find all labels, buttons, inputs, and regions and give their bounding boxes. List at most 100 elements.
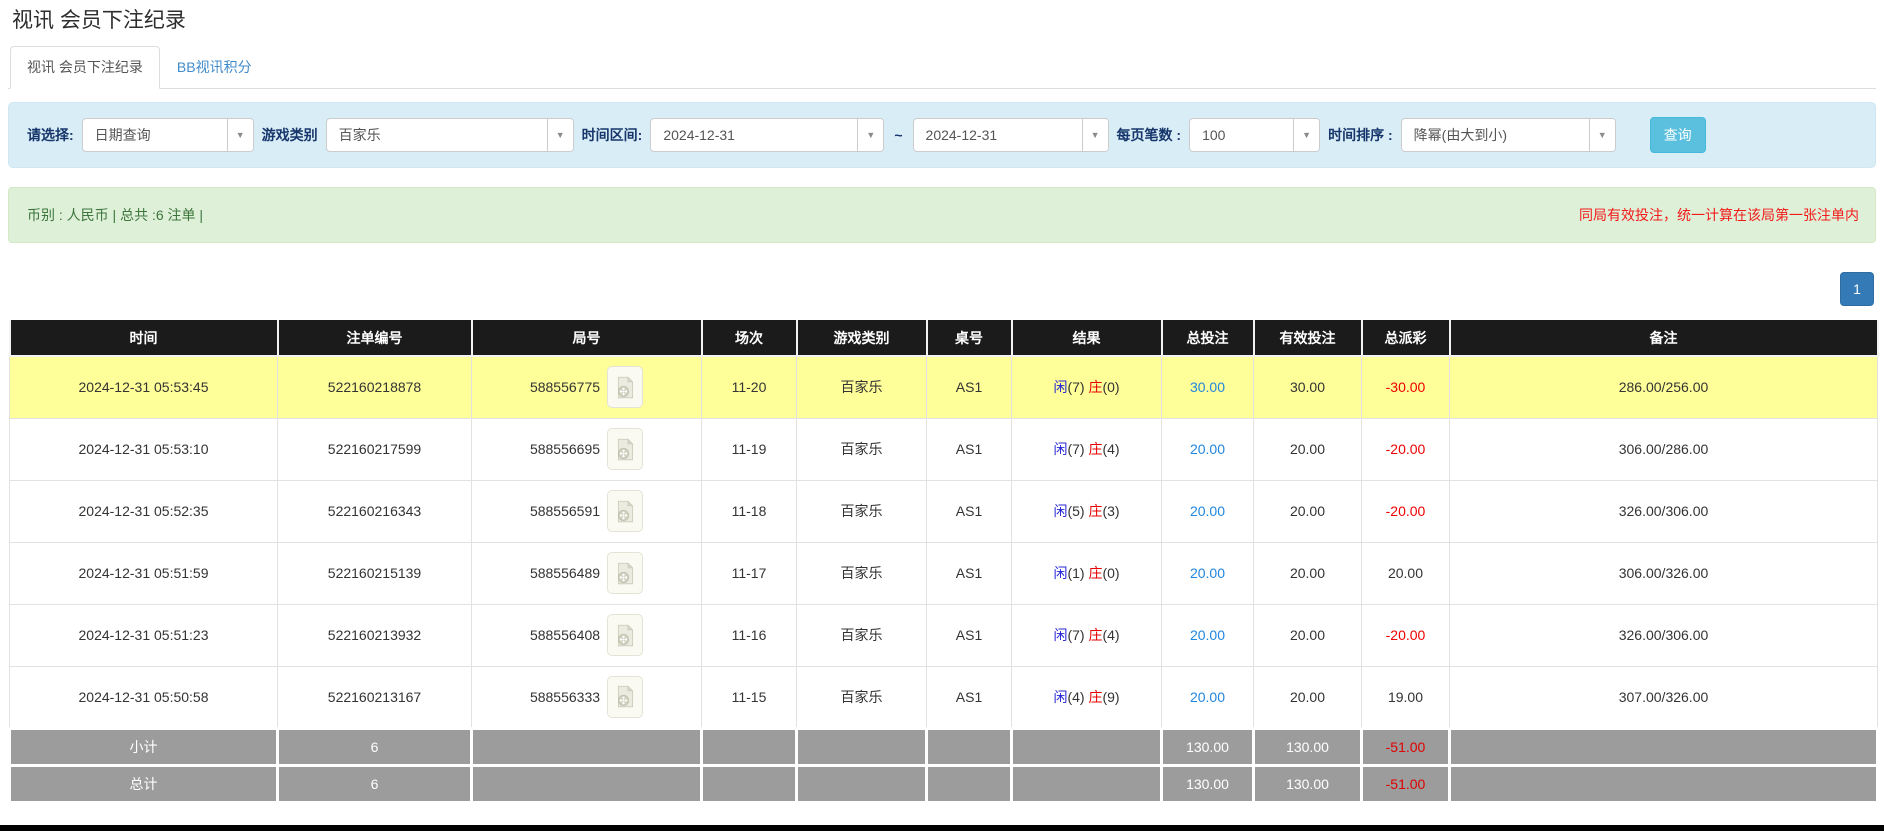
- cell-payout: -20.00: [1362, 480, 1450, 542]
- cell-round-id: 588556775: [472, 356, 702, 418]
- result-player-value: (1): [1067, 565, 1088, 581]
- pagination-page-1-button[interactable]: 1: [1840, 272, 1874, 306]
- result-banker-value: (4): [1102, 627, 1119, 643]
- select-type-label: 请选择:: [27, 125, 74, 145]
- footer-empty-round: [472, 728, 702, 765]
- page-title: 视讯 会员下注纪录: [12, 8, 1884, 34]
- chevron-down-icon: ▼: [227, 119, 253, 151]
- date-to-value: 2024-12-31: [914, 119, 1082, 151]
- cell-total-bet: 20.00: [1162, 666, 1254, 728]
- tab-bar: 视讯 会员下注纪录 BB视讯积分: [8, 46, 1876, 89]
- cell-bet-id: 522160213932: [278, 604, 472, 666]
- total-bet-link[interactable]: 20.00: [1190, 627, 1225, 643]
- table-row: 2024-12-31 05:51:23522160213932588556408…: [10, 604, 1878, 666]
- cell-payout: -20.00: [1362, 604, 1450, 666]
- video-replay-button[interactable]: [607, 366, 643, 408]
- date-from-picker[interactable]: 2024-12-31 ▼: [650, 118, 884, 152]
- result-banker-value: (3): [1102, 503, 1119, 519]
- cell-remark: 326.00/306.00: [1450, 480, 1878, 542]
- cell-remark: 307.00/326.00: [1450, 666, 1878, 728]
- header-bet-id: 注单编号: [278, 320, 472, 356]
- video-replay-button[interactable]: [607, 614, 643, 656]
- footer-count: 6: [278, 765, 472, 802]
- table-row: 2024-12-31 05:50:58522160213167588556333…: [10, 666, 1878, 728]
- cell-round-id: 588556591: [472, 480, 702, 542]
- result-player-label: 闲: [1053, 379, 1067, 395]
- cell-round-id: 588556695: [472, 418, 702, 480]
- film-document-icon: [616, 376, 635, 399]
- header-session: 场次: [702, 320, 797, 356]
- round-id-value: 588556591: [530, 503, 600, 519]
- header-payout: 总派彩: [1362, 320, 1450, 356]
- cell-result: 闲(7) 庄(4): [1012, 604, 1162, 666]
- header-total-bet: 总投注: [1162, 320, 1254, 356]
- total-bet-link[interactable]: 30.00: [1190, 379, 1225, 395]
- page-size-value: 100: [1190, 119, 1293, 151]
- time-range-label: 时间区间:: [582, 125, 643, 145]
- date-to-picker[interactable]: 2024-12-31 ▼: [913, 118, 1109, 152]
- sort-order-select[interactable]: 降幂(由大到小) ▼: [1401, 118, 1616, 152]
- tab-betting-records[interactable]: 视讯 会员下注纪录: [10, 46, 160, 89]
- cell-game-type: 百家乐: [797, 604, 927, 666]
- date-from-value: 2024-12-31: [651, 119, 857, 151]
- query-type-select[interactable]: 日期查询 ▼: [82, 118, 254, 152]
- footer-empty-result: [1012, 765, 1162, 802]
- result-player-value: (7): [1067, 627, 1088, 643]
- cell-session: 11-16: [702, 604, 797, 666]
- cell-payout: 19.00: [1362, 666, 1450, 728]
- cell-bet-id: 522160216343: [278, 480, 472, 542]
- round-id-value: 588556333: [530, 689, 600, 705]
- film-document-icon: [616, 500, 635, 523]
- chevron-down-icon: ▼: [857, 119, 883, 151]
- currency-total-text: 币别 : 人民币 | 总共 :6 注单 |: [27, 205, 203, 225]
- footer-valid-bet: 130.00: [1254, 728, 1362, 765]
- cell-bet-id: 522160217599: [278, 418, 472, 480]
- tab-bb-video-points[interactable]: BB视讯积分: [160, 46, 269, 89]
- round-id-group: 588556591: [473, 490, 700, 532]
- video-replay-button[interactable]: [607, 552, 643, 594]
- round-id-value: 588556775: [530, 379, 600, 395]
- cell-time: 2024-12-31 05:51:59: [10, 542, 278, 604]
- total-bet-link[interactable]: 20.00: [1190, 503, 1225, 519]
- film-document-icon: [616, 624, 635, 647]
- video-replay-button[interactable]: [607, 428, 643, 470]
- filter-bar: 请选择: 日期查询 ▼ 游戏类别 百家乐 ▼ 时间区间: 2024-12-31 …: [8, 102, 1876, 168]
- cell-remark: 326.00/306.00: [1450, 604, 1878, 666]
- result-player-label: 闲: [1053, 627, 1067, 643]
- footer-total-bet: 130.00: [1162, 765, 1254, 802]
- total-bet-link[interactable]: 20.00: [1190, 441, 1225, 457]
- pagination: 1: [0, 272, 1874, 306]
- total-bet-link[interactable]: 20.00: [1190, 689, 1225, 705]
- page-size-select[interactable]: 100 ▼: [1189, 118, 1320, 152]
- cell-remark: 306.00/326.00: [1450, 542, 1878, 604]
- result-banker-label: 庄: [1088, 503, 1102, 519]
- result-player-value: (7): [1067, 379, 1088, 395]
- cell-result: 闲(7) 庄(0): [1012, 356, 1162, 418]
- game-type-select[interactable]: 百家乐 ▼: [326, 118, 574, 152]
- game-type-value: 百家乐: [327, 119, 547, 151]
- total-bet-link[interactable]: 20.00: [1190, 565, 1225, 581]
- result-banker-label: 庄: [1088, 379, 1102, 395]
- footer-empty-result: [1012, 728, 1162, 765]
- footer-total-bet: 130.00: [1162, 728, 1254, 765]
- table-row: 2024-12-31 05:53:45522160218878588556775…: [10, 356, 1878, 418]
- subtotal-row: 小计6130.00130.00-51.00: [10, 728, 1878, 765]
- result-player-label: 闲: [1053, 565, 1067, 581]
- header-table-no: 桌号: [927, 320, 1012, 356]
- cell-total-bet: 20.00: [1162, 480, 1254, 542]
- cell-game-type: 百家乐: [797, 356, 927, 418]
- video-replay-button[interactable]: [607, 676, 643, 718]
- cell-table-no: AS1: [927, 604, 1012, 666]
- chevron-down-icon: ▼: [1589, 119, 1615, 151]
- sort-order-value: 降幂(由大到小): [1402, 119, 1589, 151]
- footer-valid-bet: 130.00: [1254, 765, 1362, 802]
- cell-time: 2024-12-31 05:53:45: [10, 356, 278, 418]
- chevron-down-icon: ▼: [547, 119, 573, 151]
- cell-time: 2024-12-31 05:50:58: [10, 666, 278, 728]
- video-replay-button[interactable]: [607, 490, 643, 532]
- cell-valid-bet: 20.00: [1254, 542, 1362, 604]
- chevron-down-icon: ▼: [1293, 119, 1319, 151]
- footer-divider-bar: [0, 825, 1884, 831]
- search-button[interactable]: 查询: [1650, 117, 1706, 153]
- round-id-group: 588556489: [473, 552, 700, 594]
